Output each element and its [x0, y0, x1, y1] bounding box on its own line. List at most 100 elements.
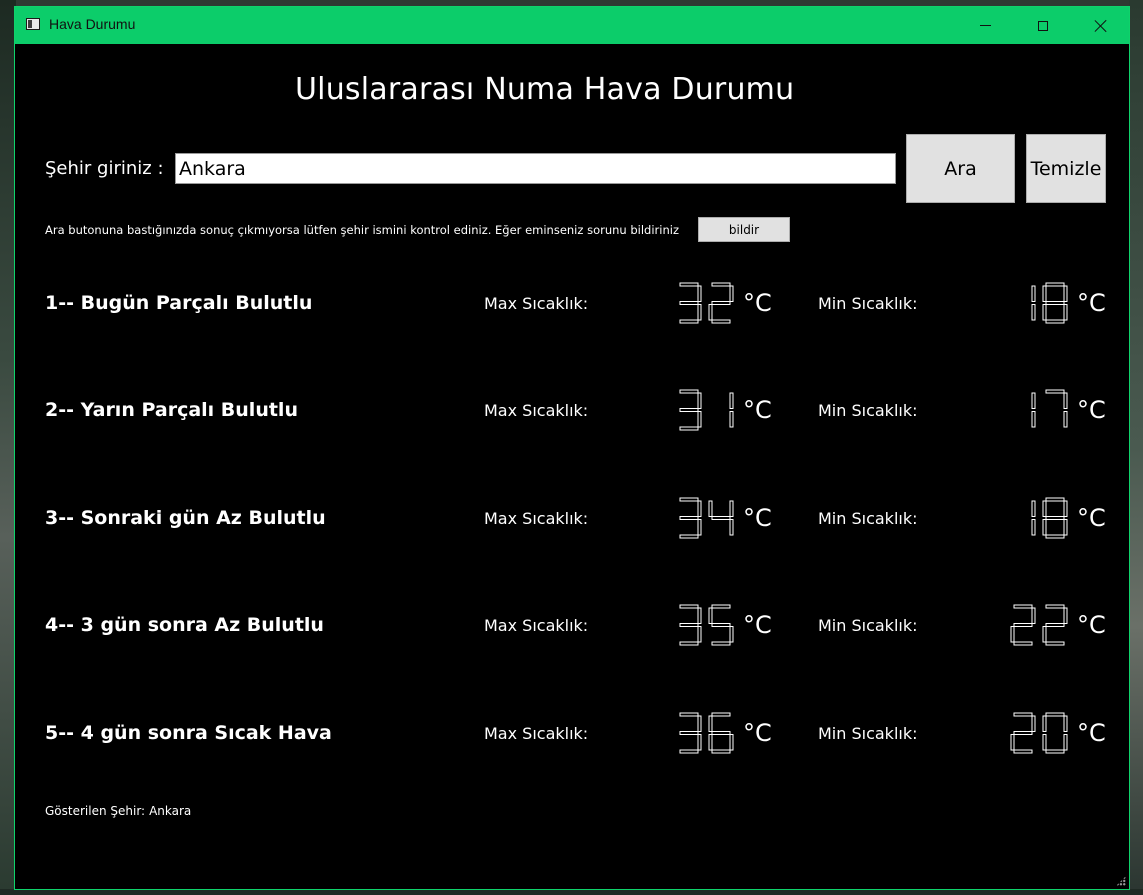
lcd-segment [697, 607, 702, 624]
lcd-segment [697, 411, 702, 428]
lcd-digits [1010, 712, 1068, 754]
lcd-segment [679, 731, 699, 735]
lcd-segment [729, 519, 734, 536]
forecast-row: 5-- 4 gün sonra Sıcak Hava Max Sıcaklık: °… [15, 710, 1129, 760]
lcd-segment [1045, 301, 1065, 305]
forecast-day-label: 2-- Yarın Parçalı Bulutlu [45, 399, 298, 421]
max-temp-unit: °C [743, 504, 772, 532]
lcd-segment [711, 604, 731, 609]
minimize-icon [979, 25, 991, 26]
shown-city-value: Ankara [149, 804, 192, 818]
lcd-segment [1031, 392, 1036, 409]
lcd-segment [697, 519, 702, 536]
lcd-segment [711, 641, 731, 646]
min-temp-unit: °C [1077, 396, 1106, 424]
lcd-segment [1063, 734, 1068, 751]
max-temp-label: Max Sıcaklık: [484, 401, 589, 420]
forecast-day-label: 5-- 4 gün sonra Sıcak Hava [45, 722, 332, 744]
max-temp-label: Max Sıcaklık: [484, 509, 589, 528]
lcd-digits [679, 604, 734, 646]
lcd-segment [1031, 411, 1036, 428]
lcd-segment [729, 285, 734, 302]
max-temp-lcd [675, 497, 735, 539]
min-temp-lcd [1009, 604, 1069, 646]
minimize-button[interactable] [962, 7, 1008, 44]
min-temp-label: Min Sıcaklık: [818, 724, 918, 743]
lcd-segment [708, 715, 713, 732]
search-button[interactable]: Ara [906, 134, 1015, 203]
lcd-segment [1045, 516, 1065, 520]
lcd-segment [697, 304, 702, 321]
forecast-row: 2-- Yarın Parçalı Bulutlu Max Sıcaklık: °C… [15, 387, 1129, 437]
desktop-background-right [1129, 0, 1143, 895]
min-temp-unit: °C [1077, 289, 1106, 317]
lcd-segment [697, 626, 702, 643]
lcd-segment [1010, 626, 1015, 643]
lcd-segment [708, 734, 713, 751]
lcd-segment [711, 749, 731, 754]
lcd-segment [697, 392, 702, 409]
lcd-segment [711, 319, 731, 324]
title-bar[interactable]: Hava Durumu [15, 7, 1129, 44]
lcd-segment [1010, 734, 1015, 751]
lcd-segment [697, 285, 702, 302]
lcd-segment [711, 712, 731, 717]
lcd-segment [711, 516, 731, 520]
min-temp-unit: °C [1077, 611, 1106, 639]
app-window: Hava Durumu Uluslararası Numa Hava Durum… [14, 6, 1130, 890]
lcd-segment [1063, 304, 1068, 321]
lcd-segment [1013, 731, 1033, 735]
max-temp-unit: °C [743, 289, 772, 317]
lcd-segment [708, 607, 713, 624]
lcd-segment [679, 426, 699, 431]
lcd-segment [729, 392, 734, 409]
min-temp-unit: °C [1077, 719, 1106, 747]
lcd-segment [1042, 715, 1047, 732]
forecast-row: 1-- Bugün Parçalı Bulutlu Max Sıcaklık: °C… [15, 280, 1129, 330]
lcd-segment [679, 712, 699, 717]
max-temp-label: Max Sıcaklık: [484, 616, 589, 635]
lcd-segment [1042, 500, 1047, 517]
lcd-segment [1045, 389, 1065, 394]
forecast-row: 4-- 3 gün sonra Az Bulutlu Max Sıcaklık: °… [15, 602, 1129, 652]
min-temp-label: Min Sıcaklık: [818, 294, 918, 313]
maximize-button[interactable] [1020, 7, 1066, 44]
lcd-segment [679, 623, 699, 627]
min-temp-lcd [1009, 712, 1069, 754]
max-temp-unit: °C [743, 396, 772, 424]
clear-button[interactable]: Temizle [1026, 134, 1106, 203]
lcd-segment [697, 734, 702, 751]
city-label: Şehir giriniz : [45, 158, 164, 179]
lcd-segment [679, 641, 699, 646]
forecast-day-label: 4-- 3 gün sonra Az Bulutlu [45, 614, 324, 636]
lcd-segment [729, 500, 734, 517]
lcd-segment [1013, 623, 1033, 627]
forecast-day-label: 3-- Sonraki gün Az Bulutlu [45, 507, 326, 529]
lcd-segment [1063, 411, 1068, 428]
max-temp-unit: °C [743, 611, 772, 639]
report-button[interactable]: bildir [698, 217, 790, 242]
close-button[interactable] [1078, 7, 1124, 44]
lcd-segment [711, 282, 731, 287]
lcd-segment [679, 497, 699, 502]
lcd-segment [1045, 712, 1065, 717]
window-title: Hava Durumu [49, 16, 136, 32]
min-temp-lcd [1009, 497, 1069, 539]
lcd-segment [1031, 519, 1036, 536]
lcd-segment [711, 731, 731, 735]
lcd-segment [1042, 519, 1047, 536]
window-app-icon [26, 18, 40, 30]
shown-city-label: Gösterilen Şehir: [45, 804, 146, 818]
lcd-segment [1042, 626, 1047, 643]
forecast-day-label: 1-- Bugün Parçalı Bulutlu [45, 292, 313, 314]
lcd-segment [1013, 749, 1033, 754]
min-temp-label: Min Sıcaklık: [818, 616, 918, 635]
lcd-segment [679, 749, 699, 754]
hint-text: Ara butonuna bastığınızda sonuç çıkmıyor… [45, 223, 679, 237]
lcd-segment [1045, 604, 1065, 609]
lcd-segment [729, 626, 734, 643]
close-icon [1094, 19, 1108, 33]
lcd-segment [679, 389, 699, 394]
city-input[interactable] [175, 153, 896, 184]
lcd-digits [1031, 282, 1068, 324]
